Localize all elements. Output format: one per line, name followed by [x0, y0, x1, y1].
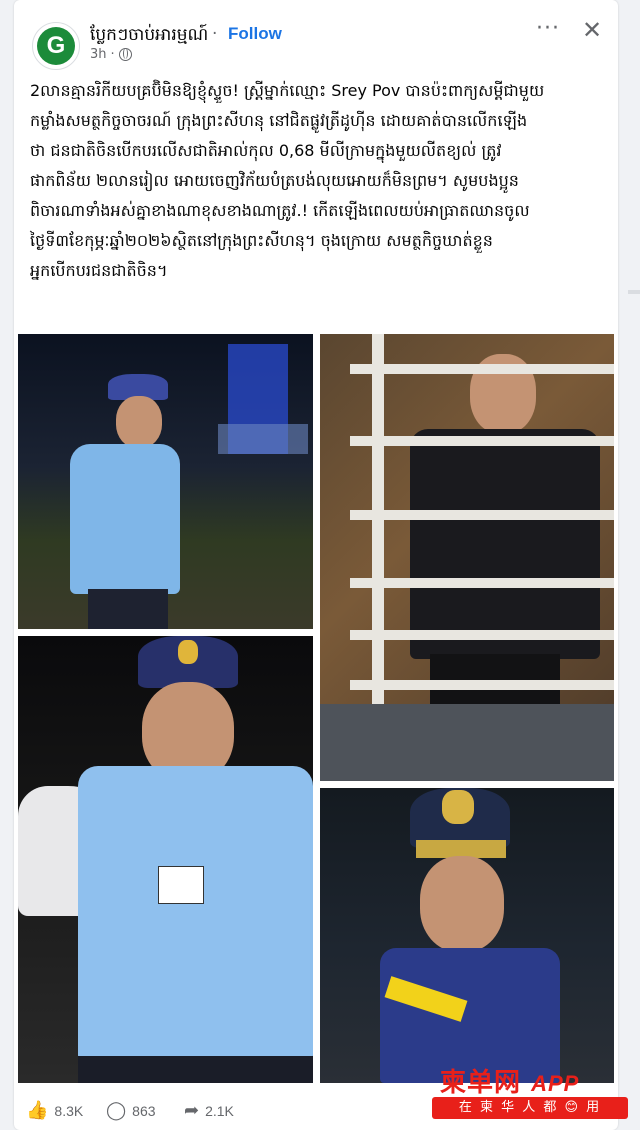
window-bar: [350, 630, 614, 640]
share-icon: ➦: [184, 1100, 200, 1120]
like-count-value: 8.3K: [54, 1102, 84, 1119]
watermark-brand: 柬单网 APP: [440, 1062, 579, 1099]
man-shirt: [410, 429, 600, 659]
post-meta: 3h ·: [90, 47, 132, 62]
share-count-value: 2.1K: [205, 1102, 234, 1119]
officer-shirt: [78, 766, 313, 1061]
post-text: 2លានគ្មានរិកីយបគ្រប៊ិមិនឱ្យខ្ញុំស្ទួច! ស…: [30, 81, 545, 280]
follow-button[interactable]: Follow: [228, 24, 282, 44]
window-sill: [320, 704, 614, 781]
watermark-brand-text: 柬单网: [440, 1068, 522, 1098]
officer-pants: [88, 589, 168, 629]
comment-count-value: 863: [132, 1102, 156, 1119]
officer-nametag: [158, 866, 204, 904]
cap-badge-icon: [178, 640, 198, 664]
window-bar: [350, 364, 614, 374]
window-bar: [350, 578, 614, 588]
comment-count[interactable]: ◯ 863: [106, 1100, 156, 1121]
window-bar: [350, 436, 614, 446]
globe-icon: [118, 48, 132, 61]
officer-face: [420, 856, 504, 952]
post-time[interactable]: 3h: [90, 47, 107, 62]
officer-face: [116, 396, 162, 448]
page-avatar[interactable]: G: [32, 22, 80, 70]
post-header: G ប្លែកៗចាប់អារម្មណ៍ · Follow 3h · ··· ✕: [14, 0, 618, 70]
window-bar: [350, 510, 614, 520]
share-count[interactable]: ➦ 2.1K: [184, 1100, 234, 1121]
like-icon: 👍: [26, 1100, 49, 1120]
avatar-logo: G: [37, 27, 75, 65]
photo-officer-closeup[interactable]: [18, 636, 313, 1083]
watermark-slogan: 在 柬 华 人 都 😊 用: [432, 1097, 628, 1119]
officer-shirt: [70, 444, 180, 594]
photo-officer-night[interactable]: [18, 334, 313, 629]
page-name[interactable]: ប្លែកៗចាប់អារម្មណ៍: [90, 24, 208, 49]
photo-officer-vest[interactable]: [320, 788, 614, 1083]
watermark-app-text: APP: [531, 1071, 580, 1096]
officer-pants: [78, 1056, 313, 1083]
post-card: G ប្លែកៗចាប់អារម្មណ៍ · Follow 3h · ··· ✕…: [14, 0, 618, 1130]
separator-dot: ·: [212, 24, 218, 44]
photo-man-window[interactable]: [320, 334, 614, 781]
like-count[interactable]: 👍 8.3K: [26, 1100, 83, 1121]
comment-icon: ◯: [106, 1100, 127, 1120]
more-options-button[interactable]: ···: [536, 16, 560, 41]
scrollbar-mark: [628, 290, 640, 294]
close-button[interactable]: ✕: [582, 16, 602, 44]
building-base: [218, 424, 308, 454]
cap-badge-icon: [442, 790, 474, 824]
window-bar: [350, 680, 614, 690]
